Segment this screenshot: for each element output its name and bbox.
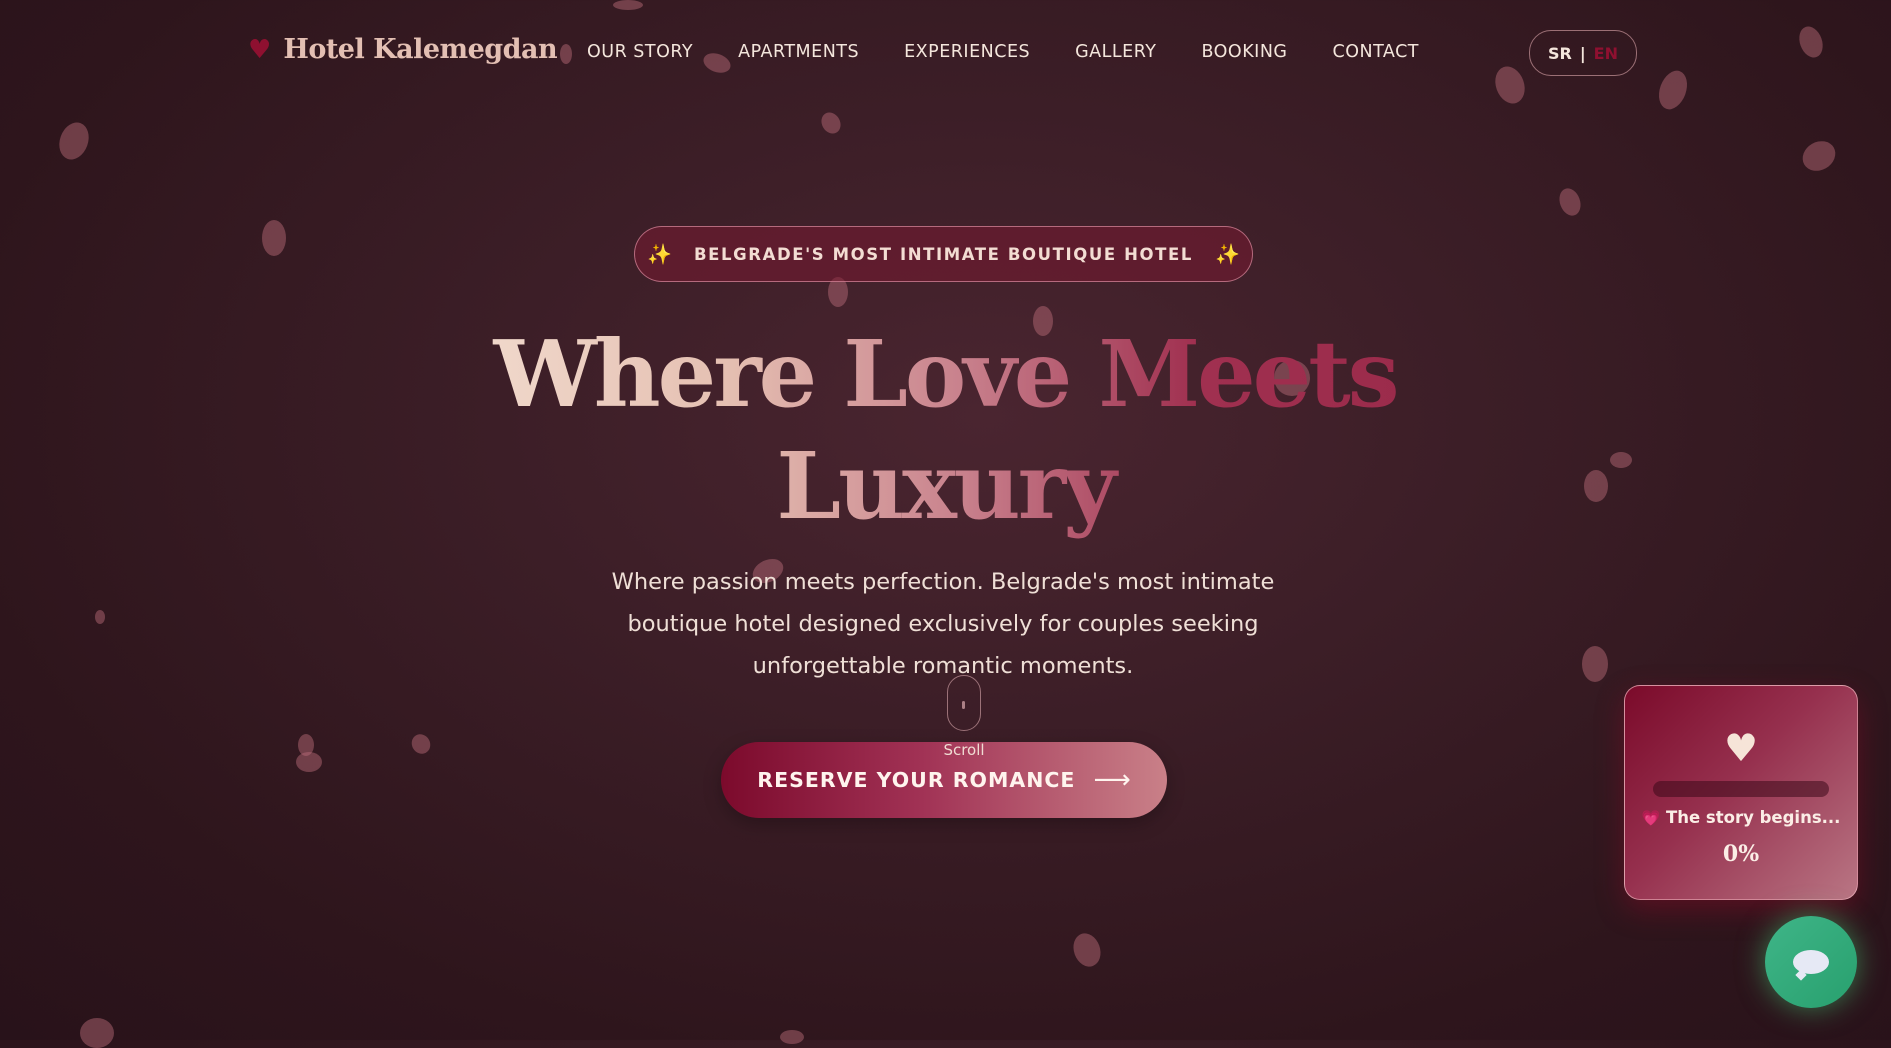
lang-separator: | <box>1579 43 1586 63</box>
heart-icon: ♥ <box>1723 726 1759 770</box>
lang-option-sr[interactable]: SR <box>1548 44 1572 63</box>
nav-item-gallery[interactable]: GALLERY <box>1075 42 1156 62</box>
hero-headline: Where Love Meets Luxury <box>445 318 1445 542</box>
sparkle-icon: ✨ <box>1215 242 1240 266</box>
hero-subtitle: Where passion meets perfection. Belgrade… <box>611 569 1275 679</box>
arrow-right-icon: ⟶ <box>1093 765 1131 795</box>
lang-option-en[interactable]: EN <box>1594 44 1618 63</box>
hero-badge-text: BELGRADE'S MOST INTIMATE BOUTIQUE HOTEL <box>694 244 1193 264</box>
hero-badge: ✨ BELGRADE'S MOST INTIMATE BOUTIQUE HOTE… <box>634 226 1253 282</box>
main-menu: OUR STORY APARTMENTS EXPERIENCES GALLERY… <box>587 42 1464 62</box>
nav-item-apartments[interactable]: APARTMENTS <box>738 42 859 62</box>
hero-headline-line2: Luxury <box>776 432 1114 540</box>
chat-button[interactable] <box>1765 916 1857 1008</box>
story-status-text: The story begins... <box>1665 808 1841 827</box>
sparkle-icon: ✨ <box>647 242 672 266</box>
nav-item-our-story[interactable]: OUR STORY <box>587 42 693 62</box>
sparkling-heart-icon: 💗 <box>1641 809 1661 827</box>
nav-item-contact[interactable]: CONTACT <box>1333 42 1420 62</box>
reserve-button-label: RESERVE YOUR ROMANCE <box>757 768 1076 792</box>
brand-name: Hotel Kalemegdan <box>283 34 558 65</box>
story-progress-percent: 0% <box>1722 841 1760 867</box>
nav-item-booking[interactable]: BOOKING <box>1201 42 1287 62</box>
nav-item-experiences[interactable]: EXPERIENCES <box>904 42 1030 62</box>
story-progress-bar <box>1653 781 1829 797</box>
story-status: 💗 The story begins... <box>1625 808 1857 827</box>
scroll-mouse-icon[interactable] <box>947 675 981 731</box>
language-switcher: SR | EN <box>1529 30 1637 76</box>
story-progress-card: ♥ 💗 The story begins... 0% <box>1624 685 1858 900</box>
heart-icon: ♥ <box>248 34 272 65</box>
brand-logo[interactable]: ♥ Hotel Kalemegdan <box>248 34 558 65</box>
scroll-label: Scroll <box>943 741 985 759</box>
top-nav: ♥ Hotel Kalemegdan OUR STORY APARTMENTS … <box>0 0 1891 110</box>
chat-bubble-icon <box>1793 950 1829 974</box>
hero-headline-line1: Where Love Meets <box>493 320 1397 428</box>
